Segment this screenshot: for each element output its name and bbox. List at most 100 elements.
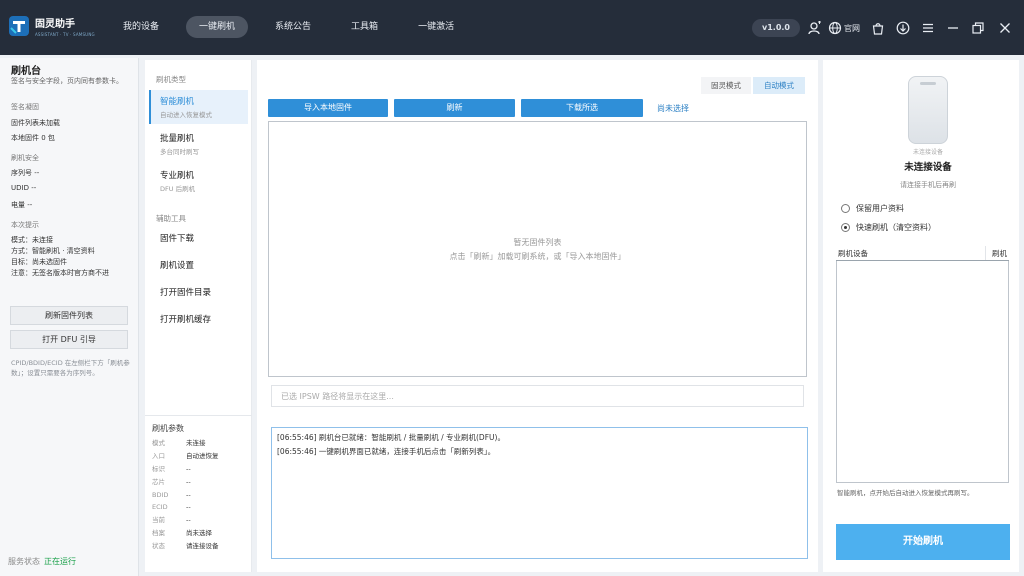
ecid-note: CPID/BDID/ECID 在左侧栏下方「刷机参数」；设置只需要各为序列号。 (11, 359, 130, 377)
menu-open-flash-cache[interactable]: 打开刷机缓存 (149, 311, 248, 329)
menu-item-subtitle: 自动进入恢复模式 (160, 111, 212, 119)
refresh-button[interactable]: 刷新 (394, 99, 515, 117)
param-value: -- (186, 490, 191, 499)
param-row: 芯片 -- (152, 476, 252, 489)
hint-note: 注意：无签名版本时官方商不进 (11, 269, 109, 277)
menu-firmware-download[interactable]: 固件下载 (149, 230, 248, 248)
restore-icon[interactable] (969, 18, 987, 38)
param-value: -- (186, 516, 191, 525)
nav-toolbox[interactable]: 工具箱 (338, 16, 391, 38)
menu-batch-flash[interactable]: 批量刷机 多台同时刷写 (149, 127, 248, 161)
close-icon[interactable] (996, 18, 1014, 38)
mode-toggle-auto[interactable]: 自动模式 (753, 77, 805, 94)
param-key: 入口 (152, 451, 165, 460)
minimize-icon[interactable] (944, 18, 962, 38)
device-table-header: 刷机设备 刷机 (836, 246, 1009, 261)
param-row: 档案 尚未选择 (152, 527, 252, 540)
empty-list-title: 暂无固件列表 (513, 238, 562, 247)
nav-activate[interactable]: 一键激活 (405, 16, 467, 38)
column-header-device[interactable]: 刷机设备 (836, 246, 985, 260)
menu-item-title: 批量刷机 (160, 134, 195, 144)
menu-item-title: 刷机设置 (160, 261, 195, 271)
udid-value: UDID -- (11, 184, 37, 192)
menu-item-title: 专业刷机 (160, 171, 195, 181)
battery-value: 电量 -- (11, 201, 33, 209)
param-key: 芯片 (152, 477, 165, 486)
keep-data-radio[interactable]: 保留用户资料 (841, 202, 904, 214)
serial-number: 序列号 -- (11, 169, 40, 177)
param-key: 档案 (152, 529, 165, 538)
sign-section-label: 签名凝固 (11, 103, 39, 111)
param-value: 请连接设备 (186, 542, 219, 551)
menu-item-title: 打开刷机缓存 (160, 315, 212, 325)
selection-status-link[interactable]: 尚未选择 (657, 103, 689, 114)
param-row: 当前 -- (152, 514, 252, 527)
log-line: [06:55:46] 一键刷机界面已就绪，连接手机后点击「刷新列表」。 (277, 447, 496, 456)
tools-section: 辅助工具 (156, 214, 186, 223)
mode-toggle-gulin[interactable]: 固灵模式 (701, 77, 751, 94)
param-row: 标识 -- (152, 463, 252, 476)
menu-smart-flash[interactable]: 智能刷机 自动进入恢复模式 (149, 90, 248, 124)
app-subtitle: ASSISTANT · TV · SAMSUNG (35, 32, 95, 37)
user-icon[interactable] (806, 18, 824, 38)
column-header-flash[interactable]: 刷机 (985, 246, 1009, 260)
nav-flash[interactable]: 一键刷机 (186, 16, 249, 38)
firmware-panel: 固灵模式 自动模式 导入本地固件 刷新 下载所选 尚未选择 暂无固件列表 点击「… (257, 60, 818, 572)
refresh-firmware-list-button[interactable]: 刷新固件列表 (10, 306, 128, 325)
menu-open-firmware-folder[interactable]: 打开固件目录 (149, 284, 248, 302)
hint-section-label: 本次提示 (11, 221, 39, 229)
shop-icon[interactable] (869, 18, 887, 38)
main-nav: 我的设备 一键刷机 系统公告 工具箱 一键激活 (110, 16, 481, 38)
menu-icon[interactable] (919, 18, 937, 38)
param-row: 入口 自动进恢复 (152, 450, 252, 463)
empty-list-hint: 点击「刷新」加载可刷系统，或「导入本地固件」 (449, 252, 626, 261)
flash-note: 智能刷机，点开始后自动进入恢复模式再刷写。 (837, 489, 974, 497)
radio-circle-selected (841, 222, 850, 232)
menu-flash-settings[interactable]: 刷机设置 (149, 257, 248, 275)
title-bar: 固灵助手 ASSISTANT · TV · SAMSUNG 我的设备 一键刷机 … (0, 0, 1024, 55)
ipsw-path-field[interactable]: 已选 IPSW 路径将显示在这里... (271, 385, 804, 407)
param-row: 状态 请连接设备 (152, 540, 252, 553)
menu-item-title: 打开固件目录 (160, 288, 212, 298)
param-key: 标识 (152, 464, 165, 473)
flash-menu: 刷机类型 智能刷机 自动进入恢复模式 批量刷机 多台同时刷写 专业刷机 DFU … (145, 60, 252, 572)
param-value: -- (186, 503, 191, 512)
log-output[interactable]: [06:55:46] 刷机台已就绪：智能刷机 / 批量刷机 / 专业刷机(DFU… (271, 427, 808, 559)
hint-mode: 模式：未连接 (11, 236, 53, 244)
local-firmware-count: 本地固件 0 包 (11, 134, 55, 142)
download-selected-button[interactable]: 下载所选 (521, 99, 643, 117)
param-value: 尚未选择 (186, 529, 212, 538)
menu-item-subtitle: 多台同时刷写 (160, 148, 199, 156)
device-table[interactable] (836, 261, 1009, 483)
nav-my-devices[interactable]: 我的设备 (110, 16, 172, 38)
param-value: -- (186, 464, 191, 473)
menu-item-title: 智能刷机 (160, 97, 195, 107)
hint-method: 方式：智能刷机 · 清空资料 (11, 247, 95, 255)
fast-flash-radio[interactable]: 快速刷机（清空资料） (841, 221, 936, 233)
device-panel: 未连接设备 未连接设备 请连接手机后再刷 保留用户资料 快速刷机（清空资料） 刷… (823, 60, 1019, 572)
log-line: [06:55:46] 刷机台已就绪：智能刷机 / 批量刷机 / 专业刷机(DFU… (277, 433, 505, 442)
service-status: 服务状态 正在运行 (8, 556, 76, 567)
menu-pro-flash[interactable]: 专业刷机 DFU 后刷机 (149, 164, 248, 198)
nav-announcements[interactable]: 系统公告 (262, 16, 324, 38)
version-badge[interactable]: v1.0.0 (752, 19, 800, 37)
param-key: 当前 (152, 516, 165, 525)
app-name: 固灵助手 (35, 19, 75, 30)
firmware-list[interactable]: 暂无固件列表 点击「刷新」加载可刷系统，或「导入本地固件」 (268, 121, 807, 377)
param-row: BDID -- (152, 489, 252, 502)
phone-notch (920, 82, 936, 85)
firmware-list-status: 固件列表未加载 (11, 119, 60, 127)
app-logo-icon (9, 16, 29, 36)
hint-target: 目标：尚未选固件 (11, 258, 67, 266)
open-dfu-guide-button[interactable]: 打开 DFU 引导 (10, 330, 128, 349)
panel-description: 签名与安全字段，页内同有参数卡。 (11, 77, 123, 85)
params-title: 刷机参数 (152, 424, 184, 433)
flash-params: 刷机参数 模式 未连接 入口 自动进恢复 标识 -- 芯片 -- BDID -- ECID… (145, 415, 252, 553)
panel-title: 刷机台 (11, 66, 41, 77)
security-section-label: 刷机安全 (11, 154, 39, 162)
start-flash-button[interactable]: 开始刷机 (836, 524, 1010, 560)
import-local-firmware-button[interactable]: 导入本地固件 (268, 99, 388, 117)
radio-label: 保留用户资料 (856, 203, 904, 213)
download-icon[interactable] (894, 18, 912, 38)
official-site-link[interactable]: 官网 (828, 18, 860, 38)
